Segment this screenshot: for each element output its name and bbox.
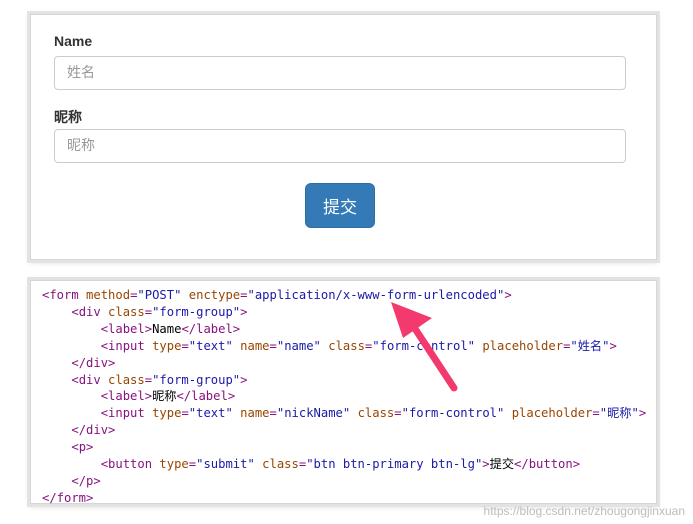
code-token: </label> [176, 389, 236, 404]
code-token: "form-control" [401, 406, 505, 421]
code-line: <div class="form-group"> [42, 305, 247, 319]
code-token: placeholder [482, 338, 564, 353]
code-token: name [240, 338, 270, 353]
nickname-label: 昵称 [54, 109, 82, 125]
code-token: </div> [71, 423, 116, 438]
code-token: 昵称 [152, 389, 177, 404]
code-line: </p> [42, 473, 101, 488]
form-preview-panel: Name 昵称 提交 [30, 14, 657, 260]
code-token: = [144, 304, 153, 319]
code-token: = [181, 338, 189, 353]
nickname-input[interactable] [54, 129, 626, 163]
code-token: </form> [42, 490, 94, 505]
code-token: "text" [188, 406, 233, 421]
code-line: </div> [42, 356, 115, 370]
code-token: > [504, 288, 512, 302]
code-token: class [262, 457, 299, 472]
code-token: </p> [71, 473, 101, 488]
code-token: "btn btn-primary btn-lg" [306, 457, 483, 472]
code-token: <form [42, 288, 87, 302]
code-token: "POST" [137, 288, 182, 302]
code-token: "form-group" [152, 372, 241, 387]
code-token: "姓名" [570, 338, 610, 353]
code-token: type [152, 406, 182, 421]
code-token: = [240, 288, 248, 302]
code-token: "form-group" [152, 304, 241, 319]
code-token: </div> [71, 355, 116, 370]
code-token: </button> [514, 457, 581, 472]
code-token: <input [100, 406, 153, 421]
code-token: <div [71, 372, 109, 387]
code-token: class [108, 372, 145, 387]
code-token: <p> [71, 440, 94, 455]
watermark: https://blog.csdn.net/zhougongjinxuan [483, 504, 685, 518]
code-line: </div> [42, 423, 115, 437]
code-token: <div [71, 304, 109, 319]
code-token: placeholder [511, 406, 593, 421]
code-token: > [609, 338, 617, 353]
code-line: <input type="text" name="name" class="fo… [42, 339, 617, 353]
code-token: = [592, 406, 600, 421]
code-token: "nickName" [276, 406, 351, 421]
code-token: </label> [181, 321, 241, 336]
code-line: <button type="submit" class="btn btn-pri… [42, 457, 580, 471]
code-token: "application/x-www-form-urlencoded" [247, 288, 505, 302]
name-input[interactable] [54, 56, 626, 90]
code-token: <input [100, 338, 153, 353]
code-block: <form method="POST" enctype="application… [42, 287, 646, 507]
code-token: "name" [276, 338, 321, 353]
code-panel: <form method="POST" enctype="application… [30, 280, 657, 507]
code-line: <div class="form-group"> [42, 373, 247, 387]
code-token: > [638, 406, 647, 421]
code-token: Name [152, 321, 182, 336]
submit-button[interactable]: 提交 [305, 183, 375, 228]
code-line: <label>Name</label> [42, 322, 240, 336]
code-token: method [86, 288, 131, 302]
code-token: <label> [100, 389, 153, 404]
code-token: = [269, 406, 277, 421]
code-token: = [181, 406, 189, 421]
code-token: type [152, 338, 182, 353]
code-token: class [328, 338, 365, 353]
code-token: = [394, 406, 402, 421]
code-line: </form> [42, 491, 93, 505]
code-token: enctype [188, 288, 241, 302]
code-token: type [159, 457, 189, 472]
code-token: <label> [100, 321, 153, 336]
code-token: "submit" [196, 457, 255, 472]
code-token: "昵称" [599, 406, 639, 421]
code-token: = [144, 372, 153, 387]
name-label: Name [54, 33, 93, 49]
code-token: name [240, 406, 270, 421]
code-line: <input type="text" name="nickName" class… [42, 406, 646, 420]
code-line: <label>昵称</label> [42, 389, 235, 403]
code-line: <form method="POST" enctype="application… [42, 288, 512, 302]
code-token: class [357, 406, 395, 421]
code-line: <p> [42, 440, 93, 454]
code-token: 提交 [489, 457, 515, 472]
code-token: = [269, 338, 277, 353]
code-token: > [482, 457, 490, 472]
code-token: > [240, 372, 248, 387]
code-token: = [188, 457, 197, 472]
code-token: "form-control" [372, 338, 475, 353]
code-token: "text" [188, 338, 233, 353]
code-token: <button [100, 457, 160, 472]
code-token: class [108, 304, 145, 319]
code-token: > [240, 304, 248, 319]
